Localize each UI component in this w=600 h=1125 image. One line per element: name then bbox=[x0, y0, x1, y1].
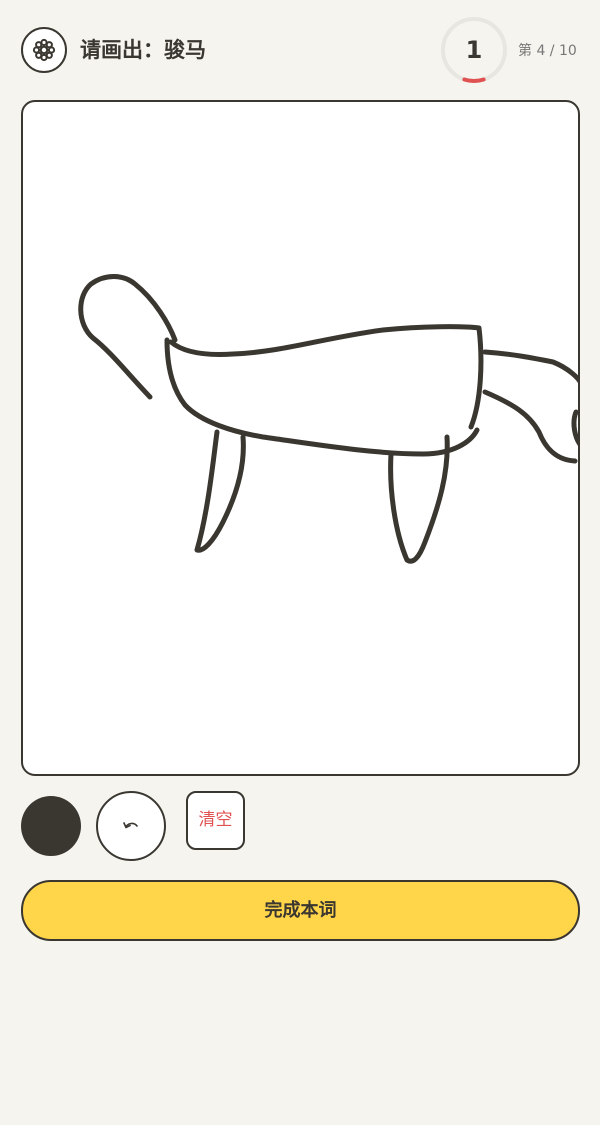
undo-button[interactable] bbox=[96, 791, 166, 861]
settings-button[interactable] bbox=[21, 27, 67, 73]
toolbar: 清空 bbox=[0, 790, 600, 861]
stroke-body-top bbox=[168, 324, 484, 430]
flower-gear-icon bbox=[32, 38, 56, 62]
stroke-front-leg bbox=[194, 429, 246, 553]
brush-color-swatch[interactable] bbox=[21, 796, 81, 856]
round-counter: 第 4 / 10 bbox=[518, 43, 577, 59]
header: 请画出：骏马 1 第 4 / 10 bbox=[0, 0, 600, 100]
countdown-timer: 1 bbox=[440, 16, 508, 84]
stroke-tail-top bbox=[482, 349, 578, 384]
drawing-canvas[interactable] bbox=[21, 100, 580, 776]
done-button[interactable]: 完成本词 bbox=[21, 880, 580, 941]
stroke-body-front bbox=[164, 337, 480, 457]
undo-icon bbox=[123, 822, 138, 829]
stroke-head bbox=[78, 274, 178, 400]
drawing-strokes bbox=[78, 274, 578, 564]
stroke-tail-bottom bbox=[482, 389, 578, 464]
clear-button[interactable]: 清空 bbox=[186, 791, 245, 850]
page-title: 请画出：骏马 bbox=[80, 38, 206, 62]
timer-value: 1 bbox=[465, 36, 483, 64]
